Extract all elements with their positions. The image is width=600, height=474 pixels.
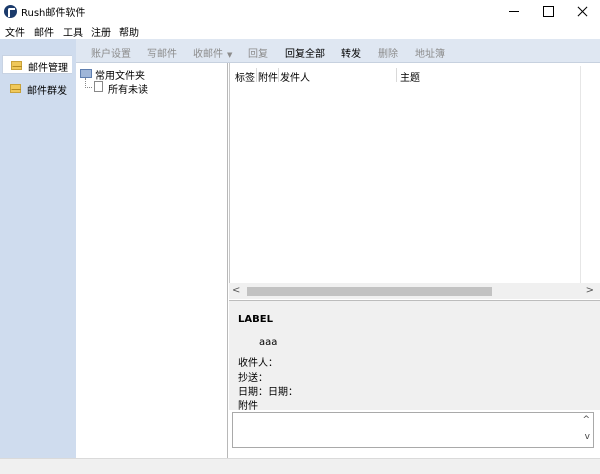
chevron-down-icon: ▼ xyxy=(227,51,233,59)
column-divider[interactable] xyxy=(396,68,397,82)
preview-pane: LABEL aaa 收件人： 抄送： 日期：日期： 附件 xyxy=(229,300,600,412)
tree-root-folder[interactable]: 常用文件夹 xyxy=(95,67,145,82)
column-header-subject[interactable]: 主题 xyxy=(400,69,420,84)
scroll-left-icon[interactable]: < xyxy=(232,285,240,296)
folder-tree: 常用文件夹 所有未读 xyxy=(76,63,228,460)
message-list[interactable]: 标签 附件 发件人 主题 xyxy=(229,63,600,299)
preview-label: LABEL xyxy=(238,314,273,325)
close-button[interactable] xyxy=(565,0,599,22)
tree-item-unread[interactable]: 所有未读 xyxy=(108,81,148,96)
menu-bar: 文件 邮件 工具 注册 帮助 xyxy=(0,22,600,39)
menu-file[interactable]: 文件 xyxy=(5,24,25,39)
document-icon xyxy=(94,81,103,92)
column-header-sender[interactable]: 发件人 xyxy=(280,69,310,84)
folder-icon xyxy=(80,69,92,78)
status-bar xyxy=(0,458,600,474)
envelope-icon xyxy=(11,61,22,70)
delete-button[interactable]: 删除 xyxy=(378,45,398,60)
preview-cc: 抄送： xyxy=(238,373,268,384)
maximize-button[interactable] xyxy=(531,0,565,22)
receive-mail-button[interactable]: 收邮件 ▼ xyxy=(193,45,232,60)
compose-button[interactable]: 写邮件 xyxy=(147,45,177,60)
message-list-header: 标签 附件 发件人 主题 xyxy=(230,66,586,84)
column-divider[interactable] xyxy=(256,68,257,82)
column-header-attachment[interactable]: 附件 xyxy=(258,69,278,84)
minimize-button[interactable] xyxy=(497,0,531,22)
app-logo-icon xyxy=(4,5,17,18)
address-book-button[interactable]: 地址簿 xyxy=(415,45,445,60)
column-divider[interactable] xyxy=(278,68,279,82)
tree-connector xyxy=(85,87,92,88)
window-title: Rush邮件软件 xyxy=(21,8,86,19)
envelope-icon xyxy=(10,84,21,93)
nav-item-mass-mail[interactable]: 邮件群发 xyxy=(2,79,72,98)
toolbar: 账户设置 写邮件 收邮件 ▼ 回复 回复全部 转发 删除 地址簿 xyxy=(76,39,600,63)
preview-to: 收件人： xyxy=(238,358,278,369)
forward-button[interactable]: 转发 xyxy=(341,45,361,60)
account-settings-button[interactable]: 账户设置 xyxy=(91,45,131,60)
preview-body: aaa xyxy=(259,337,278,348)
preview-date: 日期：日期： xyxy=(238,387,298,398)
scrollbar-thumb[interactable] xyxy=(247,287,492,296)
reply-all-button[interactable]: 回复全部 xyxy=(285,45,325,60)
left-nav: 邮件管理 邮件群发 xyxy=(0,39,76,460)
nav-item-mail-manage[interactable]: 邮件管理 xyxy=(2,55,72,74)
scroll-right-icon[interactable]: > xyxy=(586,285,594,296)
title-bar: Rush邮件软件 xyxy=(0,0,600,22)
menu-tools[interactable]: 工具 xyxy=(63,24,83,39)
column-header-tag[interactable]: 标签 xyxy=(235,69,255,84)
preview-attachment: 附件 xyxy=(238,401,258,412)
vertical-scrollbar[interactable] xyxy=(580,66,596,283)
scroll-down-icon[interactable]: v xyxy=(585,432,590,442)
nav-item-label: 邮件群发 xyxy=(27,86,67,97)
menu-register[interactable]: 注册 xyxy=(91,24,111,39)
reply-button[interactable]: 回复 xyxy=(248,45,268,60)
receive-mail-label: 收邮件 xyxy=(193,49,223,60)
quick-reply-input[interactable]: ^ v xyxy=(232,412,594,448)
menu-help[interactable]: 帮助 xyxy=(119,24,139,39)
nav-item-label: 邮件管理 xyxy=(28,63,68,74)
menu-mail[interactable]: 邮件 xyxy=(34,24,54,39)
scroll-up-icon[interactable]: ^ xyxy=(582,415,590,425)
horizontal-scrollbar[interactable]: < > xyxy=(229,283,600,299)
